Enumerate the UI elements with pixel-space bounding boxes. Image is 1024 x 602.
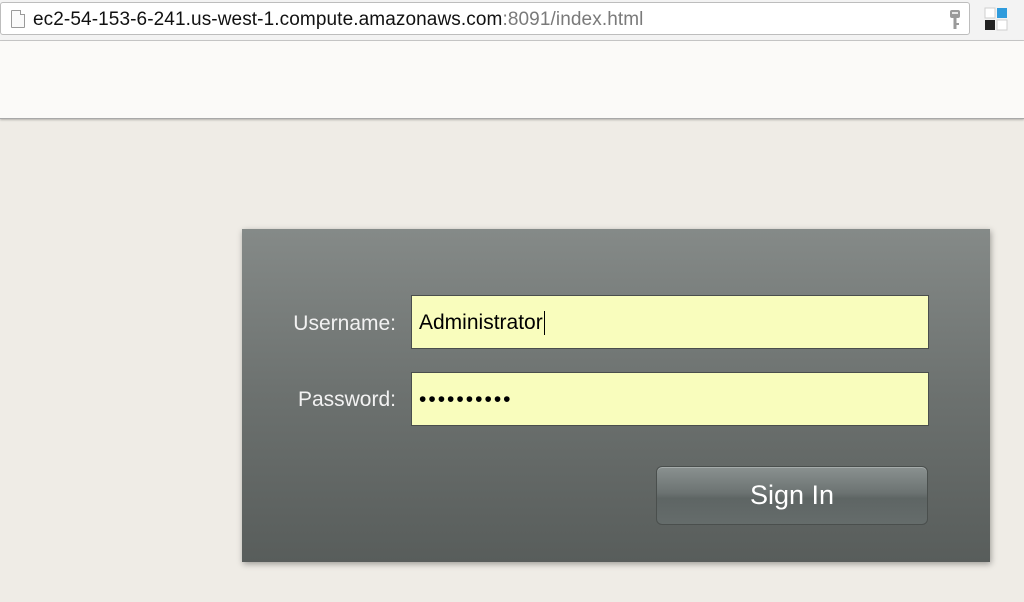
password-field[interactable]: ••••••••••: [411, 372, 929, 426]
username-value: Administrator: [419, 311, 543, 334]
extension-icon[interactable]: [984, 7, 1008, 31]
url-host: ec2-54-153-6-241.us-west-1.compute.amazo…: [33, 9, 503, 30]
login-panel: Username: Administrator Password: ••••••…: [242, 229, 990, 562]
sign-in-button[interactable]: Sign In: [656, 466, 928, 525]
username-field[interactable]: Administrator: [411, 295, 929, 349]
browser-address-bar: ec2-54-153-6-241.us-west-1.compute.amazo…: [0, 0, 1024, 41]
username-label: Username:: [293, 312, 396, 335]
url-path: :8091/index.html: [502, 9, 644, 30]
password-label: Password:: [297, 388, 396, 411]
key-icon[interactable]: [948, 10, 962, 30]
url-field[interactable]: ec2-54-153-6-241.us-west-1.compute.amazo…: [0, 2, 970, 35]
password-value: ••••••••••: [419, 388, 513, 411]
url-text[interactable]: ec2-54-153-6-241.us-west-1.compute.amazo…: [33, 9, 644, 31]
text-caret: [543, 311, 545, 336]
page-header: [0, 41, 1024, 119]
page-icon: [11, 10, 25, 28]
